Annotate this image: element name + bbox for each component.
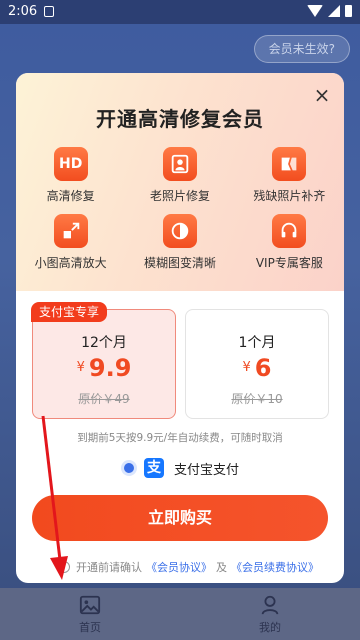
feature-item: VIP专属客服 <box>235 214 344 271</box>
feature-label: 高清修复 <box>46 189 95 203</box>
plan-options: 支付宝专享 12个月 ¥9.9 原价￥49 1个月 ¥6 原价￥10 <box>31 302 329 421</box>
signal-icon <box>328 5 340 17</box>
feature-label: VIP专属客服 <box>255 256 323 270</box>
plan-duration: 1个月 <box>238 335 276 351</box>
notification-icon <box>44 6 54 17</box>
plan-duration: 12个月 <box>81 335 127 351</box>
payment-radio[interactable] <box>124 463 134 473</box>
agreement-prefix: 开通前请确认 <box>76 561 142 574</box>
nav-mine[interactable]: 我的 <box>180 588 360 640</box>
renewal-agreement-link[interactable]: 《会员续费协议》 <box>231 559 319 575</box>
annotation-arrow <box>41 415 68 580</box>
currency-symbol: ¥ <box>242 360 251 375</box>
feature-item: 模糊图变清晰 <box>125 214 234 271</box>
plan-price: ¥9.9 <box>33 354 175 382</box>
feature-label: 小图高清放大 <box>34 256 107 270</box>
headset-icon <box>272 214 307 248</box>
feature-grid: HD 高清修复 老照片修复 残缺照片补齐 小图高清放大 模糊图变清晰 VIP专属… <box>16 147 344 271</box>
alipay-exclusive-badge: 支付宝专享 <box>31 302 108 322</box>
buy-now-button[interactable]: 立即购买 <box>32 495 328 541</box>
feature-item: 老照片修复 <box>125 147 234 204</box>
feature-item: 小图高清放大 <box>16 214 125 271</box>
agreement-row: 开通前请确认 《会员协议》 及 《会员续费协议》 <box>58 559 319 575</box>
blur-to-clear-icon <box>162 214 197 248</box>
battery-icon <box>345 5 352 17</box>
broken-photo-icon <box>272 147 307 181</box>
price-amount: 9.9 <box>88 354 132 382</box>
plan-original-price: 原价￥10 <box>231 392 283 406</box>
agreement-and: 及 <box>216 561 227 574</box>
feature-item: HD 高清修复 <box>16 147 125 204</box>
bottom-nav: 首页 我的 <box>0 588 360 640</box>
price-amount: 6 <box>254 354 272 382</box>
dialog-title: 开通高清修复会员 <box>96 107 264 131</box>
close-icon[interactable]: × <box>312 85 332 105</box>
plan-12-month[interactable]: 支付宝专享 12个月 ¥9.9 原价￥49 <box>31 302 176 419</box>
plan-original-price: 原价￥49 <box>78 392 130 406</box>
portrait-photo-icon <box>162 147 197 181</box>
member-agreement-link[interactable]: 《会员协议》 <box>146 559 212 575</box>
system-icons <box>307 5 352 17</box>
payment-method[interactable]: 支 支付宝支付 <box>124 456 239 480</box>
feature-label: 模糊图变清晰 <box>143 256 216 270</box>
member-not-active-button[interactable]: 会员未生效? <box>253 35 350 63</box>
payment-method-label: 支付宝支付 <box>174 462 240 478</box>
expand-icon <box>53 214 88 248</box>
status-bar: 2:06 <box>0 0 360 24</box>
nav-mine-label: 我的 <box>259 620 281 634</box>
person-icon <box>261 595 279 614</box>
nav-home-label: 首页 <box>79 620 101 634</box>
hd-icon: HD <box>53 147 88 181</box>
image-icon <box>79 595 101 614</box>
plan-1-month[interactable]: 1个月 ¥6 原价￥10 <box>185 309 329 419</box>
feature-label: 残缺照片补齐 <box>253 189 326 203</box>
alipay-icon: 支 <box>144 458 164 478</box>
feature-item: 残缺照片补齐 <box>235 147 344 204</box>
plan-price: ¥6 <box>186 354 328 382</box>
feature-label: 老照片修复 <box>149 189 210 203</box>
nav-home[interactable]: 首页 <box>0 588 180 640</box>
currency-symbol: ¥ <box>76 360 85 375</box>
wifi-icon <box>307 5 323 17</box>
status-time: 2:06 <box>8 4 38 19</box>
